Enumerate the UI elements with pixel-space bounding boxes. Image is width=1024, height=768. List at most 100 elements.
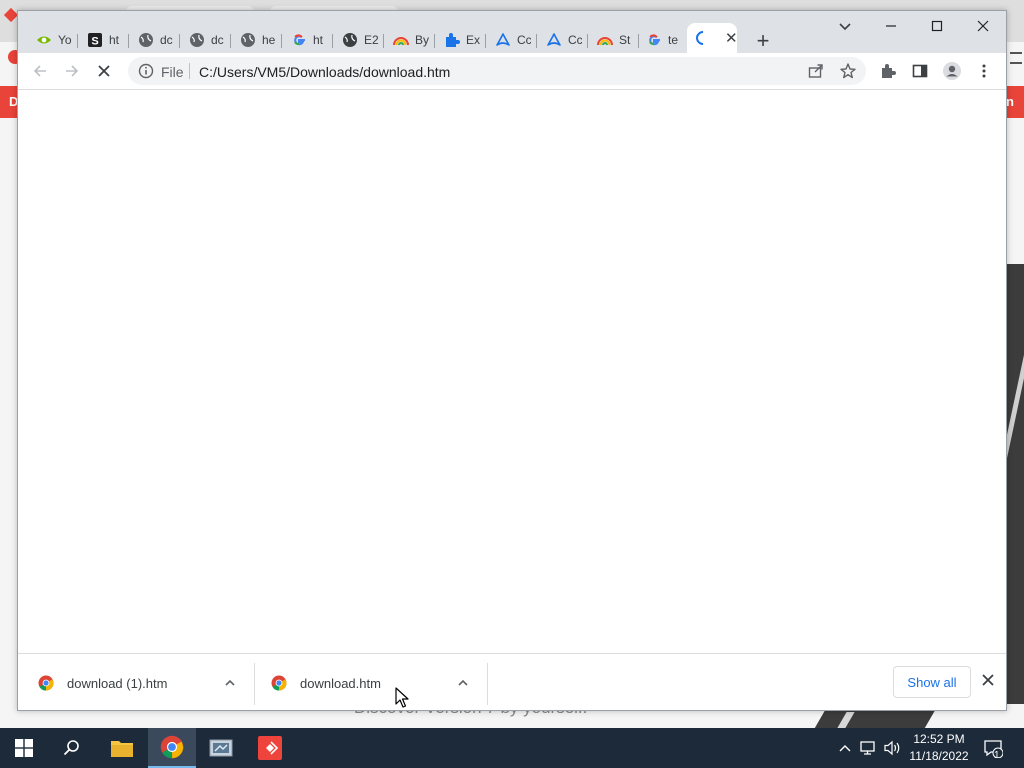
tab-0[interactable]: Yo <box>28 27 78 53</box>
omnibox-divider <box>189 63 190 79</box>
puzzle-icon <box>882 64 896 78</box>
info-icon[interactable] <box>138 63 154 79</box>
start-button[interactable] <box>0 728 48 768</box>
taskbar-file-explorer[interactable] <box>98 728 146 768</box>
extensions-button[interactable] <box>874 57 902 85</box>
tab-4[interactable]: he <box>232 27 282 53</box>
network-app-icon <box>209 739 233 757</box>
google-icon <box>291 32 307 48</box>
background-menu-icon <box>1010 52 1022 64</box>
tab-title: Yo <box>58 33 72 47</box>
minimize-icon <box>886 25 896 27</box>
tab-1[interactable]: Sht <box>79 27 129 53</box>
menu-button[interactable] <box>970 57 998 85</box>
chrome-icon <box>271 675 287 691</box>
profile-button[interactable] <box>938 57 966 85</box>
anydesk-icon <box>258 736 282 760</box>
show-all-button[interactable]: Show all <box>893 666 971 698</box>
chevron-up-icon[interactable] <box>838 742 852 754</box>
rainbow-icon <box>597 32 613 48</box>
globe-icon <box>189 32 205 48</box>
network-icon[interactable] <box>860 740 878 756</box>
close-shelf-icon[interactable] <box>980 672 996 688</box>
windows-logo-icon <box>15 739 33 757</box>
close-window-button[interactable] <box>960 11 1006 41</box>
url-text[interactable]: C:/Users/VM5/Downloads/download.htm <box>199 64 450 80</box>
tab-8[interactable]: Ex <box>436 27 486 53</box>
folder-icon <box>111 741 133 757</box>
minimize-button[interactable] <box>868 11 914 41</box>
tab-3[interactable]: dc <box>181 27 231 53</box>
stop-loading-button[interactable] <box>90 57 118 85</box>
back-arrow-icon <box>33 65 46 77</box>
search-button[interactable] <box>48 728 96 768</box>
google-icon <box>646 32 662 48</box>
puzzle-icon <box>444 32 460 48</box>
tab-7[interactable]: By <box>385 27 435 53</box>
close-icon <box>977 20 989 32</box>
tab-12[interactable]: te <box>638 27 688 53</box>
notification-count: 1 <box>994 750 1000 761</box>
avatar-icon <box>943 62 961 80</box>
tab-separator <box>587 34 588 48</box>
background-artwork-bottom <box>814 710 936 728</box>
acrobat-icon <box>546 32 562 48</box>
download-divider <box>487 663 488 705</box>
globe-icon <box>138 32 154 48</box>
address-bar[interactable]: File C:/Users/VM5/Downloads/download.htm <box>128 57 866 85</box>
taskbar-app[interactable] <box>197 728 245 768</box>
tab-title: By <box>415 33 429 47</box>
chevron-up-icon[interactable] <box>223 676 237 690</box>
rainbow-icon <box>393 32 409 48</box>
tab-separator <box>434 34 435 48</box>
side-panel-button[interactable] <box>906 57 934 85</box>
background-banner-text-right: n <box>1006 94 1014 109</box>
page-content <box>18 91 1006 653</box>
taskbar-chrome[interactable] <box>148 728 196 768</box>
notification-center-icon[interactable] <box>983 738 1003 758</box>
tab-separator <box>128 34 129 48</box>
taskbar-clock[interactable]: 12:52 PM 11/18/2022 <box>902 731 976 765</box>
tab-separator <box>383 34 384 48</box>
download-filename: download (1).htm <box>67 676 168 691</box>
system-tray <box>838 728 902 768</box>
maximize-button[interactable] <box>914 11 960 41</box>
tab-10[interactable]: Cc <box>538 27 588 53</box>
tab-separator <box>536 34 537 48</box>
search-icon <box>63 740 79 756</box>
scheme-label: File <box>161 64 184 80</box>
forward-button[interactable] <box>58 57 86 85</box>
tab-9[interactable]: Cc <box>487 27 537 53</box>
tab-title: dc <box>160 33 173 47</box>
bookmark-star-icon[interactable] <box>839 62 857 80</box>
tab-close-icon[interactable]: ✕ <box>725 29 737 47</box>
back-button[interactable] <box>26 57 54 85</box>
tab-title: dc <box>211 33 224 47</box>
globe-dark-icon <box>342 32 358 48</box>
tab-title: ht <box>313 33 324 47</box>
tab-title: Cc <box>517 33 531 47</box>
download-item[interactable]: download (1).htm <box>18 662 252 704</box>
tab-separator <box>332 34 333 48</box>
globe-icon <box>240 32 256 48</box>
tab-title: E2 <box>364 33 378 47</box>
tab-2[interactable]: dc <box>130 27 180 53</box>
volume-icon[interactable] <box>884 740 902 756</box>
acrobat-icon <box>495 32 511 48</box>
share-icon[interactable] <box>807 62 825 80</box>
chevron-up-icon[interactable] <box>456 676 470 690</box>
tab-active[interactable]: ✕ <box>687 23 737 53</box>
tab-title: St <box>619 33 631 47</box>
new-tab-button[interactable]: + <box>749 27 777 55</box>
tab-11[interactable]: St <box>589 27 639 53</box>
download-item[interactable]: download.htm <box>251 662 485 704</box>
background-artwork <box>1006 264 1024 704</box>
tab-title: Cc <box>568 33 582 47</box>
stop-icon <box>98 65 110 77</box>
s-logo-icon: S <box>87 32 103 48</box>
tab-5[interactable]: ht <box>283 27 333 53</box>
tab-search-icon[interactable] <box>836 17 854 35</box>
tab-title: he <box>262 33 276 47</box>
taskbar-anydesk[interactable] <box>246 728 294 768</box>
tab-6[interactable]: E2 <box>334 27 384 53</box>
